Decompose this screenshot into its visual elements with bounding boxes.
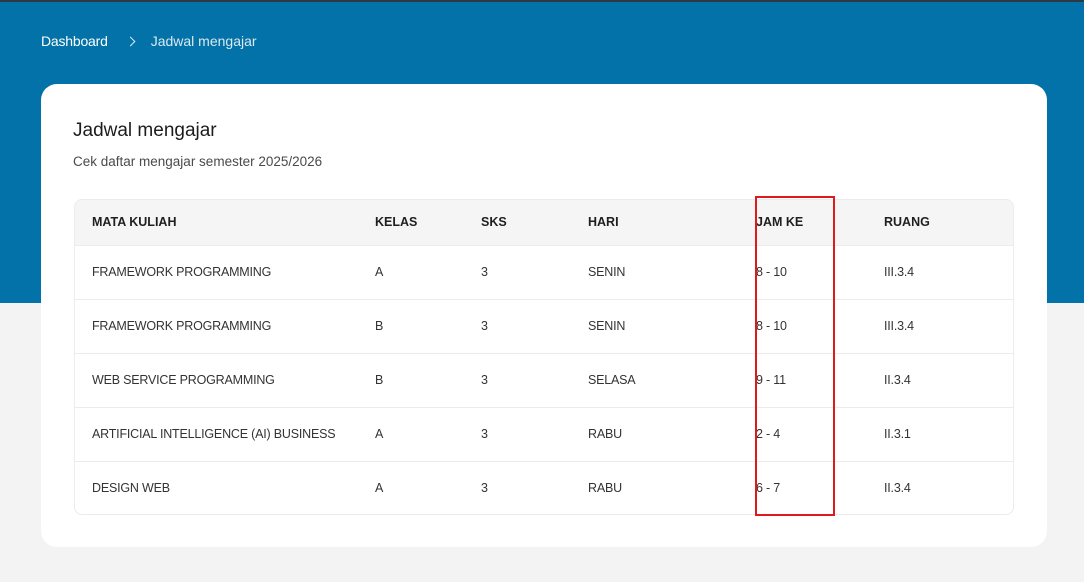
column-header-kelas: KELAS xyxy=(375,215,418,230)
cell-sks: 3 xyxy=(481,265,488,279)
cell-ruang: II.3.1 xyxy=(884,427,911,441)
schedule-card: Jadwal mengajar Cek daftar mengajar seme… xyxy=(41,84,1047,547)
schedule-table: MATA KULIAH KELAS SKS HARI JAM KE RUANG … xyxy=(75,200,1013,514)
breadcrumb-current: Jadwal mengajar xyxy=(150,33,257,49)
cell-mata-kuliah: FRAMEWORK PROGRAMMING xyxy=(92,319,272,333)
cell-sks: 3 xyxy=(481,481,488,496)
table-row: DESIGN WEB A 3 RABU 6 - 7 II.3.4 xyxy=(75,461,1013,514)
chevron-right-icon xyxy=(125,36,136,46)
table-row: ARTIFICIAL INTELLIGENCE (AI) BUSINESS A … xyxy=(75,407,1013,461)
cell-mata-kuliah: WEB SERVICE PROGRAMMING xyxy=(92,373,275,387)
cell-kelas: B xyxy=(375,373,384,387)
table-row: FRAMEWORK PROGRAMMING A 3 SENIN 8 - 10 I… xyxy=(75,245,1013,299)
cell-kelas: A xyxy=(375,427,384,441)
column-header-hari: HARI xyxy=(588,215,619,230)
cell-ruang: II.3.4 xyxy=(884,373,911,387)
cell-hari: RABU xyxy=(588,481,622,496)
table-row: WEB SERVICE PROGRAMMING B 3 SELASA 9 - 1… xyxy=(75,353,1013,407)
jam-ke-column-highlight xyxy=(755,196,835,516)
column-header-mata-kuliah: MATA KULIAH xyxy=(92,215,177,230)
breadcrumb-dashboard-link[interactable]: Dashboard xyxy=(41,33,108,49)
cell-hari: SENIN xyxy=(588,265,626,279)
column-header-ruang: RUANG xyxy=(884,215,930,230)
cell-kelas: B xyxy=(375,319,384,333)
cell-mata-kuliah: DESIGN WEB xyxy=(92,481,170,496)
table-header-row: MATA KULIAH KELAS SKS HARI JAM KE RUANG xyxy=(75,200,1013,245)
cell-mata-kuliah: FRAMEWORK PROGRAMMING xyxy=(92,265,272,279)
cell-hari: SELASA xyxy=(588,373,636,387)
page-subtitle: Cek daftar mengajar semester 2025/2026 xyxy=(73,154,323,169)
cell-sks: 3 xyxy=(481,319,488,333)
cell-hari: RABU xyxy=(588,427,622,441)
cell-sks: 3 xyxy=(481,373,488,387)
cell-kelas: A xyxy=(375,265,384,279)
cell-ruang: II.3.4 xyxy=(884,481,911,496)
column-header-sks: SKS xyxy=(481,215,507,230)
schedule-table-container: MATA KULIAH KELAS SKS HARI JAM KE RUANG … xyxy=(74,199,1014,515)
cell-sks: 3 xyxy=(481,427,488,441)
cell-mata-kuliah: ARTIFICIAL INTELLIGENCE (AI) BUSINESS xyxy=(92,427,336,441)
table-row: FRAMEWORK PROGRAMMING B 3 SENIN 8 - 10 I… xyxy=(75,299,1013,353)
cell-hari: SENIN xyxy=(588,319,626,333)
breadcrumb: Dashboard Jadwal mengajar xyxy=(41,31,257,51)
cell-kelas: A xyxy=(375,481,384,496)
cell-ruang: III.3.4 xyxy=(884,265,914,279)
cell-ruang: III.3.4 xyxy=(884,319,914,333)
page-title: Jadwal mengajar xyxy=(73,120,217,141)
